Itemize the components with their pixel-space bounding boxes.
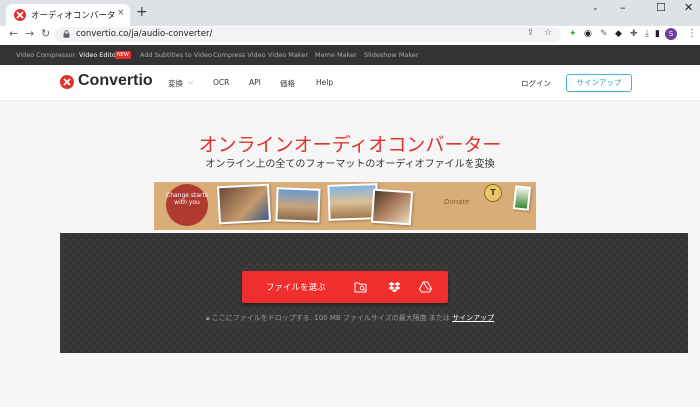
- extension-icon-2[interactable]: ◉: [584, 27, 592, 41]
- side-panel-icon[interactable]: ▮: [655, 27, 660, 41]
- banner-photo-1: [217, 183, 271, 225]
- topbar-video-compressor[interactable]: Video Compressor: [16, 51, 75, 59]
- convertio-logo-icon[interactable]: [60, 75, 74, 89]
- download-icon[interactable]: ⤓: [645, 27, 649, 41]
- extension-icon-4[interactable]: ◆: [615, 27, 622, 41]
- tab-title: オーディオコンバータ (オンライン フリー: [31, 11, 115, 21]
- login-link[interactable]: ログイン: [521, 78, 551, 89]
- bookmark-star-icon[interactable]: ☆: [544, 28, 552, 38]
- url-text: convertio.co/ja/audio-converter/: [76, 29, 213, 39]
- nav-api[interactable]: API: [249, 78, 261, 87]
- share-icon[interactable]: ⇪: [527, 28, 535, 38]
- profile-avatar[interactable]: S: [665, 28, 677, 40]
- topbar-video-editor[interactable]: Video Editor: [79, 51, 119, 59]
- signup-button[interactable]: サインアップ: [566, 74, 632, 92]
- site-header: Convertio 変換 ⌵ OCR API 価格 Help ログイン サインア…: [0, 65, 700, 101]
- lock-icon: [63, 30, 70, 38]
- minimize-button[interactable]: –: [620, 2, 626, 14]
- nav-ocr[interactable]: OCR: [213, 78, 229, 87]
- extension-icon-3[interactable]: ✎: [600, 27, 608, 41]
- nav-help[interactable]: Help: [316, 78, 333, 87]
- site-top-bar: Video Compressor Video Editor NEW Add Su…: [0, 45, 700, 65]
- browser-tab[interactable]: オーディオコンバータ (オンライン フリー ×: [6, 4, 130, 26]
- forward-arrow-icon[interactable]: →: [25, 26, 34, 42]
- banner-photo-2: [275, 187, 321, 223]
- donation-banner[interactable]: Change starts with you: [154, 182, 536, 230]
- drop-hint: 🔒︎ ここにファイルをドロップする. 100 MB ファイルサイズの最大限度 ま…: [0, 313, 700, 323]
- choose-files-label: ファイルを選ぶ: [266, 283, 326, 293]
- maximize-button[interactable]: ☐: [656, 2, 666, 14]
- coin-icon: T: [484, 184, 502, 202]
- nav-pricing[interactable]: 価格: [280, 78, 295, 89]
- banner-circle-text: Change starts with you: [166, 192, 208, 206]
- donate-text[interactable]: Donate: [444, 198, 469, 206]
- dropbox-icon[interactable]: [388, 281, 401, 293]
- tab-close-icon[interactable]: ×: [117, 8, 125, 18]
- page-title: オンラインオーディオコンバーター: [198, 134, 502, 156]
- topbar-video-maker[interactable]: Video Maker: [268, 51, 308, 59]
- convertio-favicon-icon: [14, 9, 26, 21]
- reload-icon[interactable]: ↻: [41, 26, 50, 42]
- page-subtitle: オンライン上の全てのフォーマットのオーディオファイルを変換: [205, 159, 495, 170]
- topbar-add-subtitles[interactable]: Add Subtitles to Video: [140, 51, 212, 59]
- drop-hint-text: ここにファイルをドロップする. 100 MB ファイルサイズの最大限度 または: [211, 314, 450, 322]
- drop-hint-signup-link[interactable]: サインアップ: [452, 314, 494, 322]
- close-window-button[interactable]: ✕: [684, 2, 693, 14]
- browser-menu-icon[interactable]: ⋮: [687, 27, 697, 41]
- logo-text[interactable]: Convertio: [78, 72, 153, 90]
- lock-icon: 🔒︎: [205, 314, 210, 322]
- extensions-puzzle-icon[interactable]: ✚: [630, 27, 638, 41]
- extension-icon[interactable]: ✦: [569, 27, 577, 41]
- nav-convert[interactable]: 変換: [168, 78, 183, 89]
- new-badge: NEW: [115, 51, 131, 59]
- address-bar[interactable]: convertio.co/ja/audio-converter/ ⇪ ☆: [54, 27, 561, 42]
- topbar-meme-maker[interactable]: Meme Maker: [315, 51, 357, 59]
- google-drive-icon[interactable]: [419, 281, 432, 293]
- folder-search-icon[interactable]: [354, 281, 367, 293]
- topbar-slideshow-maker[interactable]: Slideshow Maker: [364, 51, 419, 59]
- tab-search-chevron-icon[interactable]: ⌄: [592, 3, 599, 12]
- chevron-down-icon[interactable]: ⌵: [188, 78, 193, 87]
- browser-tab-strip: オーディオコンバータ (オンライン フリー × + ⌄ – ☐ ✕: [0, 0, 700, 26]
- banner-stamp: [512, 185, 532, 211]
- browser-toolbar: ← → ↻ convertio.co/ja/audio-converter/ ⇪…: [0, 26, 700, 43]
- banner-photo-4: [370, 188, 414, 226]
- topbar-compress-video[interactable]: Compress Video: [213, 51, 266, 59]
- choose-files-button[interactable]: ファイルを選ぶ: [242, 271, 448, 303]
- back-arrow-icon[interactable]: ←: [9, 26, 18, 42]
- new-tab-button[interactable]: +: [136, 5, 148, 19]
